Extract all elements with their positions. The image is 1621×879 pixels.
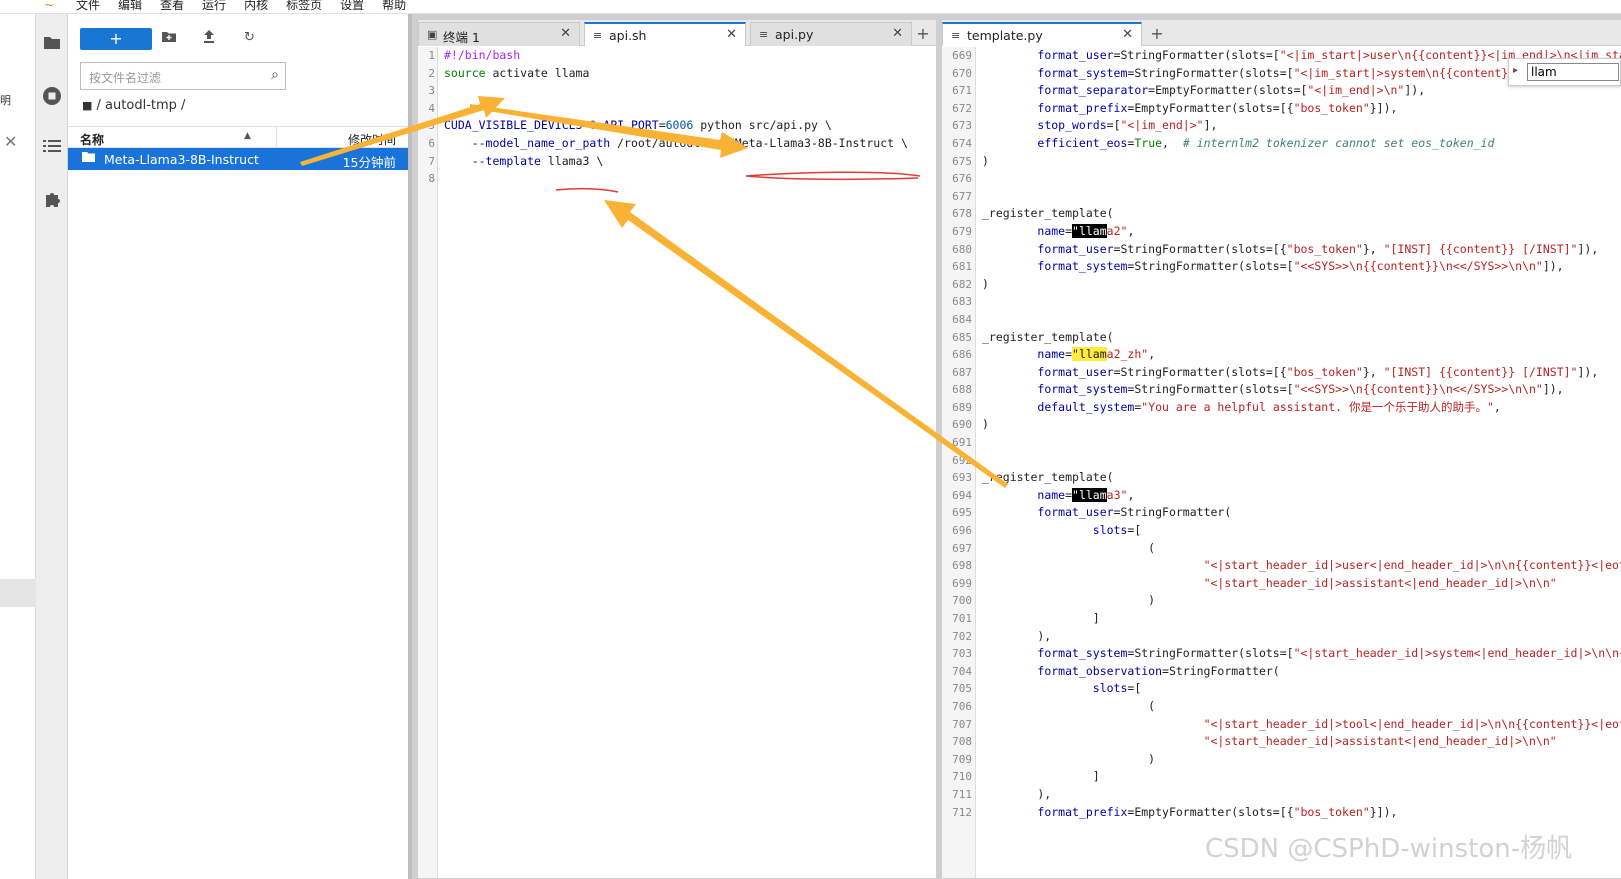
add-tab-button[interactable]: + [912, 24, 934, 43]
close-icon[interactable]: ✕ [1122, 27, 1133, 42]
close-icon[interactable]: ✕ [892, 26, 903, 41]
breadcrumb-path[interactable]: / autodl-tmp / [97, 98, 186, 113]
column-name-header[interactable]: 名称 [80, 131, 104, 148]
menu-run[interactable]: 运行 [202, 0, 226, 13]
watermark: CSDN @CSPhD-winston-杨帆 [1205, 834, 1573, 864]
filter-input[interactable]: 按文件名过滤 ⌕ [80, 62, 286, 90]
close-icon[interactable]: ✕ [560, 26, 571, 41]
file-browser: + ↻ 按文件名过滤 ⌕ ■ / autodl-tmp / 名称 ▲ 修改时间 … [68, 14, 412, 879]
editor-panel-right: ≡ template.py ✕ + 669 670 671 672 673 674 675 6… [942, 20, 1621, 878]
menu-tabs[interactable]: 标签页 [286, 0, 322, 13]
search-icon: ⌕ [271, 67, 279, 83]
file-icon: ≡ [759, 28, 769, 41]
code-api-sh[interactable]: #!/bin/bash source activate llama CUDA_V… [444, 47, 934, 170]
file-modified: 15分钟前 [342, 155, 396, 170]
menu-items: 文件 编辑 查看 运行 内核 标签页 设置 帮助 [76, 0, 406, 13]
tab-bar: ≡ template.py ✕ + [942, 20, 1621, 46]
file-icon: ≡ [951, 29, 961, 42]
menu-settings[interactable]: 设置 [340, 0, 364, 13]
find-widget: ▸ llam [1508, 58, 1621, 86]
file-list-row[interactable]: Meta-Llama3-8B-Instruct 15分钟前 [68, 148, 408, 170]
chevron-right-icon[interactable]: ▸ [1513, 65, 1518, 76]
tab-api-sh[interactable]: ≡ api.sh ✕ [584, 22, 746, 46]
line-gutter: 12345678 [418, 47, 438, 878]
new-launcher-button[interactable]: + [80, 28, 152, 50]
folder-icon [82, 151, 95, 165]
upload-icon[interactable] [203, 30, 215, 47]
filter-placeholder: 按文件名过滤 [89, 71, 162, 85]
jupyter-logo-icon: ~ [44, 0, 55, 12]
new-folder-icon[interactable] [162, 30, 176, 46]
column-modified-header[interactable]: 修改时间 [348, 131, 396, 148]
strip-text: 明 [0, 94, 11, 107]
folder-icon: ■ [82, 99, 93, 112]
code-template-py[interactable]: format_user=StringFormatter(slots=["<|im… [982, 47, 1621, 821]
close-icon[interactable]: ✕ [4, 132, 17, 151]
file-icon: ≡ [593, 29, 603, 42]
stop-icon[interactable] [42, 86, 62, 106]
add-tab-button[interactable]: + [1146, 24, 1168, 43]
outer-window-strip: 明 ✕ [0, 14, 36, 879]
menu-view[interactable]: 查看 [160, 0, 184, 13]
list-icon[interactable] [42, 138, 62, 158]
line-gutter: 669 670 671 672 673 674 675 676 677 678 679 680 681 6… [942, 47, 976, 878]
file-name: Meta-Llama3-8B-Instruct [104, 152, 259, 167]
line-numbers: 12345678 [428, 49, 435, 186]
editor-panel-left: ▣ 终端 1 ✕ ≡ api.sh ✕ ≡ api.py ✕ + 1234567… [418, 20, 936, 878]
breadcrumb[interactable]: ■ / autodl-tmp / [82, 98, 185, 113]
line-numbers: 669 670 671 672 673 674 675 676 677 678 679 680 681 6… [952, 49, 972, 819]
tab-label: template.py [967, 28, 1043, 43]
find-input[interactable]: llam [1527, 63, 1619, 81]
activity-bar [36, 14, 68, 879]
tab-label: api.py [775, 27, 814, 42]
file-list-header: 名称 ▲ 修改时间 [68, 126, 408, 149]
refresh-icon[interactable]: ↻ [244, 30, 255, 45]
menu-help[interactable]: 帮助 [382, 0, 406, 13]
menu-file[interactable]: 文件 [76, 0, 100, 13]
menu-kernel[interactable]: 内核 [244, 0, 268, 13]
column-divider[interactable] [276, 127, 277, 149]
folder-icon[interactable] [42, 34, 62, 54]
sort-ascending-icon[interactable]: ▲ [244, 131, 251, 141]
menubar: ~ 文件 编辑 查看 运行 内核 标签页 设置 帮助 [0, 0, 1621, 14]
menu-edit[interactable]: 编辑 [118, 0, 142, 13]
tab-terminal-1[interactable]: ▣ 终端 1 ✕ [418, 22, 580, 46]
tab-label: 终端 1 [443, 30, 480, 45]
terminal-icon: ▣ [427, 28, 438, 41]
extension-icon[interactable] [42, 190, 62, 210]
strip-selection [0, 579, 36, 607]
tab-bar: ▣ 终端 1 ✕ ≡ api.sh ✕ ≡ api.py ✕ + [418, 20, 936, 46]
tab-label: api.sh [609, 28, 647, 43]
tab-api-py[interactable]: ≡ api.py ✕ [750, 22, 912, 46]
tab-template-py[interactable]: ≡ template.py ✕ [942, 22, 1142, 46]
close-icon[interactable]: ✕ [726, 27, 737, 42]
